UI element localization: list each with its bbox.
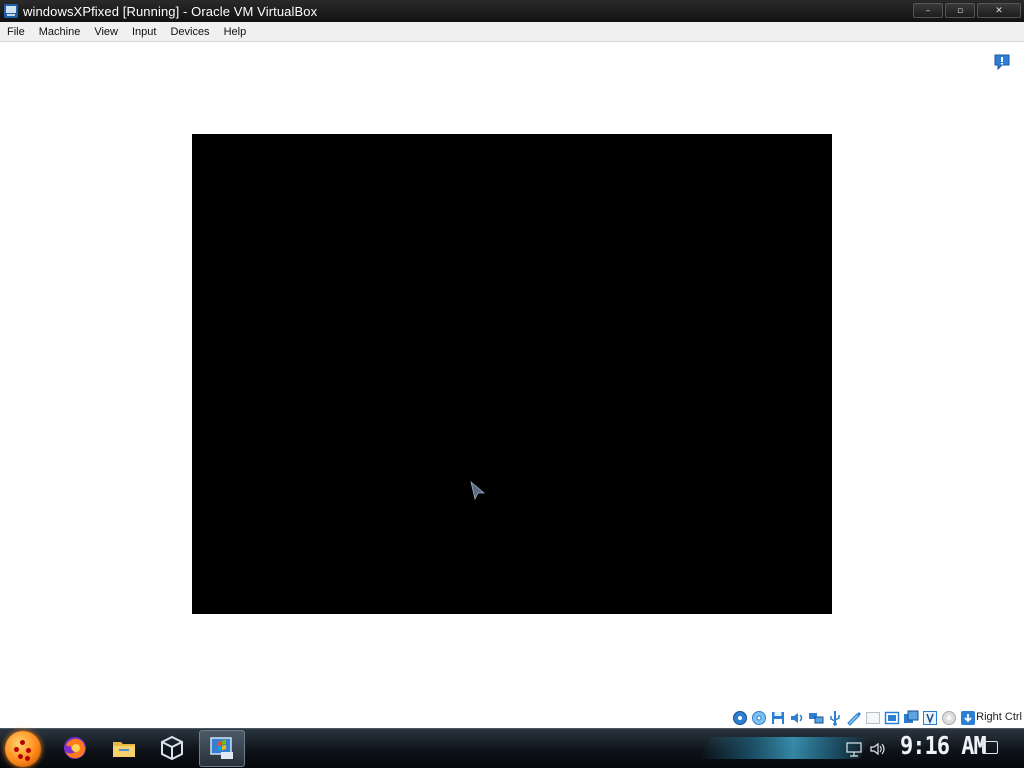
floppy-drive-icon[interactable] xyxy=(770,710,786,726)
window-controls: – ▫ ✕ xyxy=(913,3,1021,18)
shared-folders-icon[interactable] xyxy=(846,710,862,726)
network-tray-icon[interactable] xyxy=(846,741,862,757)
taskbar-decoration xyxy=(700,737,870,759)
minimize-button[interactable]: – xyxy=(913,3,943,18)
host-key-icon[interactable] xyxy=(960,710,976,726)
action-center-icon[interactable] xyxy=(982,741,998,754)
firefox-icon[interactable] xyxy=(62,735,88,761)
taskbar-vm-button[interactable] xyxy=(199,730,245,767)
hard-disk-icon[interactable] xyxy=(732,710,748,726)
start-button[interactable] xyxy=(5,731,41,767)
menu-machine[interactable]: Machine xyxy=(32,22,88,42)
menu-bar: File Machine View Input Devices Help xyxy=(0,22,1024,42)
virtualbox-app-icon[interactable] xyxy=(3,3,19,19)
vm-display-area[interactable] xyxy=(0,42,1024,708)
taskbar-clock[interactable]: 9:16 AM xyxy=(900,732,987,761)
host-taskbar: 9:16 AM xyxy=(0,728,1024,768)
host-key-label: Right Ctrl xyxy=(976,711,1022,723)
mouse-pointer-icon xyxy=(469,480,487,502)
mouse-integration-icon[interactable] xyxy=(922,710,938,726)
virtualbox-icon[interactable] xyxy=(159,735,185,761)
maximize-button[interactable]: ▫ xyxy=(945,3,975,18)
menu-help[interactable]: Help xyxy=(217,22,254,42)
keyboard-capture-icon[interactable] xyxy=(941,710,957,726)
video-capture-icon[interactable] xyxy=(884,710,900,726)
optical-drive-icon[interactable] xyxy=(751,710,767,726)
usb-icon[interactable] xyxy=(827,710,843,726)
info-bubble-icon[interactable] xyxy=(993,53,1011,71)
device-status-icons xyxy=(732,710,976,726)
volume-icon[interactable] xyxy=(870,741,886,757)
network-icon[interactable] xyxy=(808,710,824,726)
menu-devices[interactable]: Devices xyxy=(163,22,216,42)
guest-screen[interactable] xyxy=(192,134,832,614)
status-bar: Right Ctrl xyxy=(0,708,1024,728)
menu-input[interactable]: Input xyxy=(125,22,163,42)
close-button[interactable]: ✕ xyxy=(977,3,1021,18)
audio-icon[interactable] xyxy=(789,710,805,726)
display-icon[interactable] xyxy=(865,710,881,726)
cpu-virtualization-icon[interactable] xyxy=(903,710,919,726)
window-title: windowsXPfixed [Running] - Oracle VM Vir… xyxy=(23,3,318,19)
title-bar[interactable]: windowsXPfixed [Running] - Oracle VM Vir… xyxy=(0,0,1024,22)
menu-file[interactable]: File xyxy=(0,22,32,42)
file-explorer-icon[interactable] xyxy=(111,735,137,761)
windows-xp-vm-icon xyxy=(209,735,235,761)
menu-view[interactable]: View xyxy=(87,22,125,42)
